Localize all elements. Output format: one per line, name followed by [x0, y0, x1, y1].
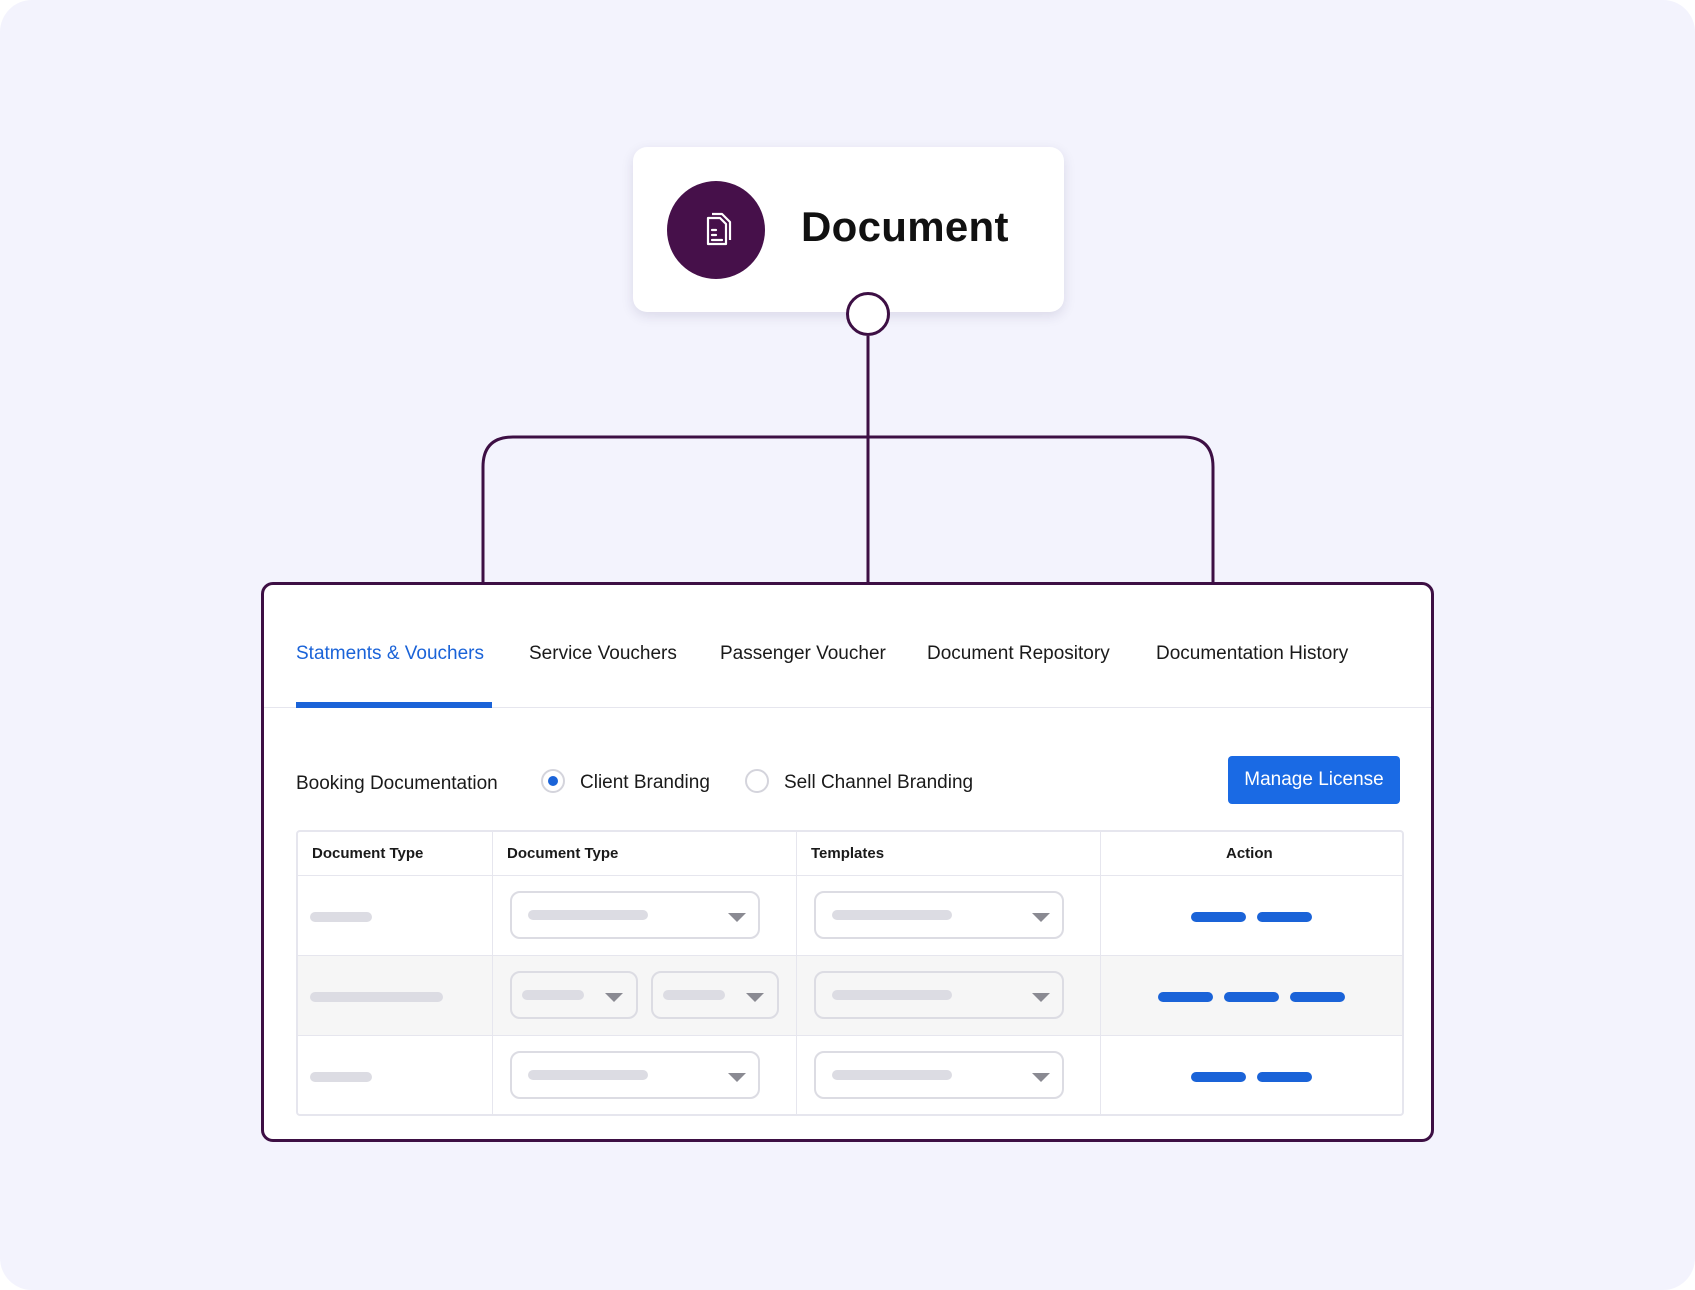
- select-value-placeholder: [663, 990, 725, 1000]
- table-row: [298, 955, 1402, 1035]
- action-link[interactable]: [1191, 912, 1246, 922]
- table-row: [298, 1035, 1402, 1114]
- manage-license-button[interactable]: Manage License: [1228, 756, 1400, 804]
- select-value-placeholder: [832, 1070, 952, 1080]
- column-header-document-type-2: Document Type: [507, 845, 619, 862]
- column-divider: [1100, 832, 1101, 1114]
- action-link[interactable]: [1158, 992, 1213, 1002]
- document-type-select[interactable]: [510, 971, 638, 1019]
- tab-bar: Statments & Vouchers Service Vouchers Pa…: [264, 585, 1431, 708]
- booking-documentation-label: Booking Documentation: [296, 773, 498, 794]
- tab-document-repository[interactable]: Document Repository: [927, 643, 1110, 665]
- tab-documentation-history[interactable]: Documentation History: [1156, 643, 1348, 665]
- active-tab-indicator: [296, 702, 492, 708]
- chevron-down-icon: [1032, 913, 1050, 922]
- column-header-document-type: Document Type: [312, 845, 424, 862]
- document-subtype-select[interactable]: [651, 971, 779, 1019]
- column-header-templates: Templates: [811, 845, 885, 862]
- tab-passenger-voucher[interactable]: Passenger Voucher: [720, 643, 886, 665]
- tab-service-vouchers[interactable]: Service Vouchers: [529, 643, 677, 665]
- chevron-down-icon: [1032, 993, 1050, 1002]
- table-row: [298, 875, 1402, 955]
- chevron-down-icon: [728, 913, 746, 922]
- action-link[interactable]: [1290, 992, 1345, 1002]
- chevron-down-icon: [728, 1073, 746, 1082]
- document-title: Document: [801, 203, 1009, 250]
- document-type-placeholder: [310, 992, 443, 1002]
- canvas: Document Statments & Vouchers Service Vo…: [0, 0, 1695, 1290]
- select-value-placeholder: [832, 910, 952, 920]
- template-select[interactable]: [814, 1051, 1064, 1099]
- select-value-placeholder: [528, 1070, 648, 1080]
- sell-channel-branding-label[interactable]: Sell Channel Branding: [784, 772, 973, 794]
- document-type-placeholder: [310, 1072, 372, 1082]
- sell-channel-branding-radio[interactable]: [745, 769, 769, 793]
- document-type-select[interactable]: [510, 891, 760, 939]
- documents-table: Document Type Document Type Templates Ac…: [296, 830, 1404, 1116]
- client-branding-radio[interactable]: [541, 769, 565, 793]
- chevron-down-icon: [746, 993, 764, 1002]
- action-link[interactable]: [1257, 912, 1312, 922]
- document-type-select[interactable]: [510, 1051, 760, 1099]
- document-type-placeholder: [310, 912, 372, 922]
- client-branding-label[interactable]: Client Branding: [580, 772, 710, 794]
- connector-node: [846, 292, 890, 336]
- action-link[interactable]: [1257, 1072, 1312, 1082]
- chevron-down-icon: [1032, 1073, 1050, 1082]
- document-card: Document: [633, 147, 1064, 312]
- select-value-placeholder: [522, 990, 584, 1000]
- column-divider: [492, 832, 493, 1114]
- document-icon: [667, 181, 765, 279]
- chevron-down-icon: [605, 993, 623, 1002]
- select-value-placeholder: [528, 910, 648, 920]
- template-select[interactable]: [814, 891, 1064, 939]
- action-link[interactable]: [1224, 992, 1279, 1002]
- column-header-action: Action: [1226, 845, 1273, 862]
- action-link[interactable]: [1191, 1072, 1246, 1082]
- tab-statements-vouchers[interactable]: Statments & Vouchers: [296, 643, 484, 665]
- column-divider: [796, 832, 797, 1114]
- documents-panel: Statments & Vouchers Service Vouchers Pa…: [261, 582, 1434, 1142]
- select-value-placeholder: [832, 990, 952, 1000]
- template-select[interactable]: [814, 971, 1064, 1019]
